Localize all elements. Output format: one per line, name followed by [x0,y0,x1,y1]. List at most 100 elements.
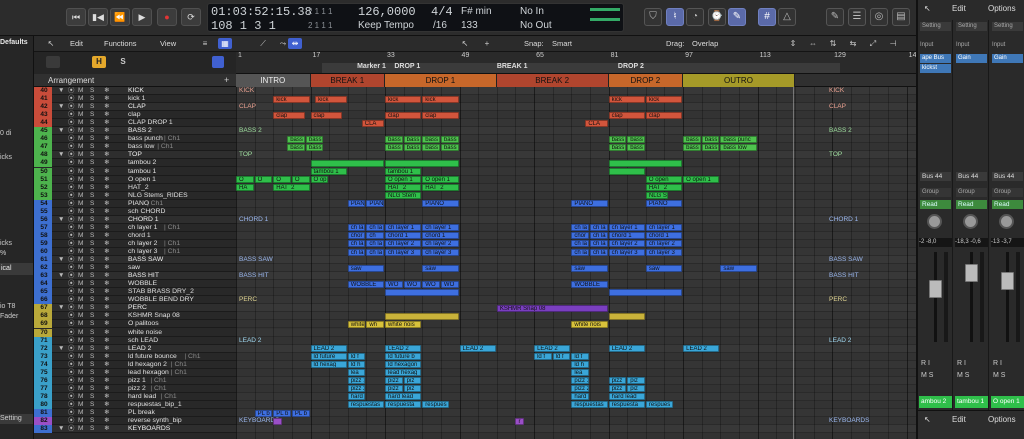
region[interactable]: bass [385,143,403,151]
mute-button[interactable]: M [78,159,83,167]
region[interactable] [608,312,645,320]
region[interactable]: bass [287,135,305,143]
disclosure-icon[interactable]: ▼ [58,103,64,111]
replace-icon[interactable]: ✎ [728,8,746,26]
region[interactable]: ld f [571,353,589,361]
solo-button[interactable]: S [90,168,94,176]
track-name[interactable]: bass punch [128,135,163,143]
region[interactable] [310,159,385,167]
region[interactable]: ch la [366,240,385,248]
track-header[interactable]: 42 ▼ ⦿ M S ❄ CLAP [34,103,236,112]
track-header[interactable]: 50 ⦿ M S ❄ tambou 1 [34,167,236,176]
region[interactable]: saw [422,264,459,272]
record-enable-icon[interactable]: ⦿ [68,320,75,328]
solo-button[interactable]: S [90,337,94,345]
browser-icon[interactable]: ▤ [892,8,910,26]
track-name[interactable]: saw [128,264,140,272]
disclosure-icon[interactable]: ▼ [58,256,64,264]
tool-arrow-icon[interactable]: ↖ [44,38,58,49]
ruler-marker[interactable]: BREAK 1 [497,63,528,70]
record-enable-icon[interactable]: ⦿ [68,200,75,208]
track-name[interactable]: PERC [128,304,147,312]
rewind-button[interactable]: ⏮ [66,8,86,26]
volume-fader[interactable] [1001,272,1014,290]
input-monitor-buttons[interactable]: R I [957,360,966,367]
track-name[interactable]: PL break [128,409,155,417]
freeze-icon[interactable]: ❄ [104,353,109,361]
region[interactable]: respuestas_bip_1 [347,401,385,409]
region[interactable]: ch layer 2 [422,240,459,248]
cycle-button[interactable]: ⟳ [181,8,201,26]
track-name[interactable]: sch CHORD [128,208,165,216]
mixer-options-menu[interactable]: Options [988,4,1016,13]
solo-button[interactable]: S [90,353,94,361]
freeze-icon[interactable]: ❄ [104,200,109,208]
mute-button[interactable]: M [78,401,83,409]
freeze-icon[interactable]: ❄ [104,95,109,103]
freeze-icon[interactable]: ❄ [104,119,109,127]
track-name[interactable]: sch LEAD [128,337,158,345]
record-enable-icon[interactable]: ⦿ [68,409,75,417]
pointer-tool-icon[interactable]: ↖ [458,38,472,49]
region[interactable]: NLG St [645,192,669,200]
region[interactable]: ch layer 3 [608,248,645,256]
disclosure-icon[interactable]: ▼ [58,272,64,280]
region[interactable]: pizz [608,377,627,385]
region[interactable]: respuestas_bip_1 [571,401,608,409]
region[interactable]: PIANO [422,200,459,208]
mute-button[interactable]: M [78,111,83,119]
region[interactable]: O open [645,176,683,184]
mute-button[interactable]: M [78,320,83,328]
solo-button[interactable]: S [90,216,94,224]
solo-button[interactable]: S [90,304,94,312]
mute-button[interactable]: M [78,329,83,337]
track-header[interactable]: 46 ⦿ M S ❄ bass punch | Ch1 [34,135,236,144]
region[interactable]: HAT_2 [385,184,422,192]
zoom-in-icon[interactable]: ⇅ [826,38,840,49]
setting-label[interactable]: Setting [0,414,33,424]
solo-button[interactable]: S [90,264,94,272]
solo-button[interactable]: S [90,224,94,232]
freeze-icon[interactable]: ❄ [104,127,109,135]
region[interactable]: saw [347,264,385,272]
track-name[interactable]: ch layer 3 [128,248,157,256]
region[interactable]: O [236,176,254,184]
solo-button[interactable]: S [90,119,94,127]
track-header[interactable]: 45 ▼ ⦿ M S ❄ BASS 2 [34,127,236,136]
freeze-icon[interactable]: ❄ [104,320,109,328]
record-enable-icon[interactable]: ⦿ [68,240,75,248]
freeze-icon[interactable]: ❄ [104,264,109,272]
region[interactable]: chord 1 [422,232,459,240]
solo-button[interactable]: S [90,232,94,240]
solo-button[interactable]: S [90,329,94,337]
track-name[interactable]: CLAP DROP 1 [128,119,173,127]
freeze-icon[interactable]: ❄ [104,248,109,256]
track-header[interactable]: 58 ⦿ M S ❄ chord 1 [34,231,236,240]
region[interactable]: PL b [291,409,310,417]
track-header[interactable]: 61 ▼ ⦿ M S ❄ BASS SAW [34,256,236,265]
track-header[interactable]: 43 ⦿ M S ❄ clap [34,111,236,120]
solo-button[interactable]: S [90,240,94,248]
freeze-icon[interactable]: ❄ [104,208,109,216]
region[interactable]: piz [627,377,645,385]
arrangement-section[interactable]: BREAK 2 [496,74,609,87]
add-track-button[interactable] [46,56,60,68]
disclosure-icon[interactable]: ▼ [58,345,64,353]
track-name[interactable]: CLAP [128,103,146,111]
mute-button[interactable]: M [78,272,83,280]
metronome-icon[interactable]: ◔ [686,8,704,26]
solo-button[interactable]: S [90,296,94,304]
track-name[interactable]: STAB BRASS DRY_2 [128,288,194,296]
solo-button[interactable]: S [90,127,94,135]
region[interactable]: HA [236,184,254,192]
mute-button[interactable]: M [78,369,83,377]
mute-button[interactable]: M [78,256,83,264]
record-button[interactable]: ● [157,8,177,26]
time-signature[interactable]: 4/4 [431,5,453,19]
freeze-icon[interactable]: ❄ [104,111,109,119]
track-header[interactable]: 81 ⦿ M S ❄ PL break [34,409,236,418]
mute-button[interactable]: M [78,151,83,159]
freeze-icon[interactable]: ❄ [104,312,109,320]
pan-knob[interactable] [999,214,1014,229]
mute-button[interactable]: M [78,208,83,216]
